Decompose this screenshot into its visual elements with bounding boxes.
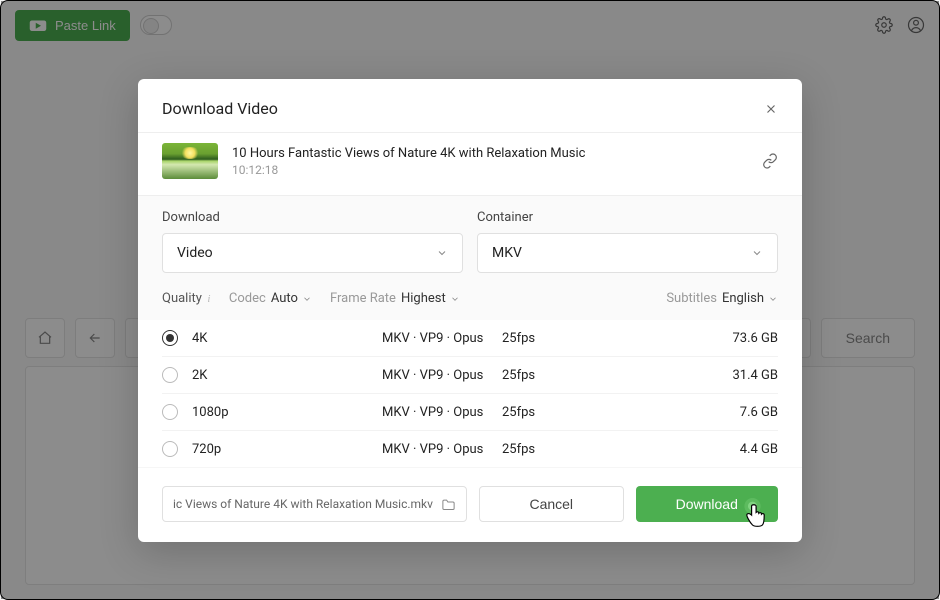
size-value: 73.6 GB (612, 331, 778, 346)
size-value: 31.4 GB (612, 368, 778, 383)
fps-value: 25fps (502, 442, 612, 457)
quality-row[interactable]: 2K MKV · VP9 · Opus 25fps 31.4 GB (162, 357, 778, 394)
info-icon[interactable]: i (207, 294, 211, 304)
filename-text: ic Views of Nature 4K with Relaxation Mu… (173, 497, 433, 511)
size-value: 4.4 GB (612, 442, 778, 457)
download-modal: Download Video 10 Hours Fantastic Views … (138, 79, 802, 542)
format-selectors: Download Video Container MKV (138, 196, 802, 291)
video-thumbnail (162, 143, 218, 179)
codec-filter-select[interactable]: Auto (271, 291, 312, 306)
chevron-down-icon (302, 294, 312, 304)
download-button-label: Download (676, 496, 738, 512)
filename-field[interactable]: ic Views of Nature 4K with Relaxation Mu… (162, 486, 467, 522)
container-label: Container (477, 210, 778, 225)
download-type-label: Download (162, 210, 463, 225)
codec-value: MKV · VP9 · Opus (382, 442, 502, 457)
chevron-down-icon (436, 247, 448, 259)
framerate-filter-label: Frame Rate (330, 291, 396, 306)
close-icon[interactable] (764, 102, 778, 116)
modal-title: Download Video (162, 99, 278, 118)
fps-value: 25fps (502, 331, 612, 346)
codec-filter-label: Codec (229, 291, 266, 306)
copy-link-icon[interactable] (762, 153, 778, 169)
radio-button[interactable] (162, 441, 178, 457)
modal-header: Download Video (138, 79, 802, 133)
quality-row[interactable]: 1080p MKV · VP9 · Opus 25fps 7.6 GB (162, 394, 778, 431)
download-type-value: Video (177, 245, 213, 261)
app-window: Paste Link Search Download Video (0, 0, 940, 600)
radio-button[interactable] (162, 330, 178, 346)
container-value: MKV (492, 245, 522, 261)
modal-overlay: Download Video 10 Hours Fantastic Views … (1, 1, 939, 599)
quality-value: 720p (192, 442, 382, 457)
download-button[interactable]: Download (636, 486, 779, 522)
quality-list: 4K MKV · VP9 · Opus 25fps 73.6 GB 2K MKV… (138, 320, 802, 467)
video-duration: 10:12:18 (232, 163, 748, 177)
folder-icon[interactable] (441, 498, 456, 511)
download-type-select[interactable]: Video (162, 233, 463, 273)
modal-footer: ic Views of Nature 4K with Relaxation Mu… (138, 467, 802, 542)
container-select[interactable]: MKV (477, 233, 778, 273)
quality-value: 2K (192, 368, 382, 383)
video-title: 10 Hours Fantastic Views of Nature 4K wi… (232, 146, 748, 161)
size-value: 7.6 GB (612, 405, 778, 420)
quality-row[interactable]: 4K MKV · VP9 · Opus 25fps 73.6 GB (162, 320, 778, 357)
radio-button[interactable] (162, 367, 178, 383)
video-info-row: 10 Hours Fantastic Views of Nature 4K wi… (138, 133, 802, 196)
radio-button[interactable] (162, 404, 178, 420)
codec-value: MKV · VP9 · Opus (382, 331, 502, 346)
subtitles-filter-select[interactable]: English (722, 291, 778, 306)
quality-value: 1080p (192, 405, 382, 420)
filter-row: Quality i Codec Auto Frame Rate Highest (138, 291, 802, 320)
framerate-filter-select[interactable]: Highest (401, 291, 460, 306)
fps-value: 25fps (502, 405, 612, 420)
cursor-hand-icon (742, 498, 772, 534)
quality-value: 4K (192, 331, 382, 346)
chevron-down-icon (768, 294, 778, 304)
fps-value: 25fps (502, 368, 612, 383)
cancel-button[interactable]: Cancel (479, 486, 624, 522)
subtitles-filter-label: Subtitles (666, 291, 717, 306)
chevron-down-icon (751, 247, 763, 259)
chevron-down-icon (450, 294, 460, 304)
quality-header-label: Quality (162, 291, 202, 306)
quality-row[interactable]: 720p MKV · VP9 · Opus 25fps 4.4 GB (162, 431, 778, 467)
codec-value: MKV · VP9 · Opus (382, 368, 502, 383)
codec-value: MKV · VP9 · Opus (382, 405, 502, 420)
